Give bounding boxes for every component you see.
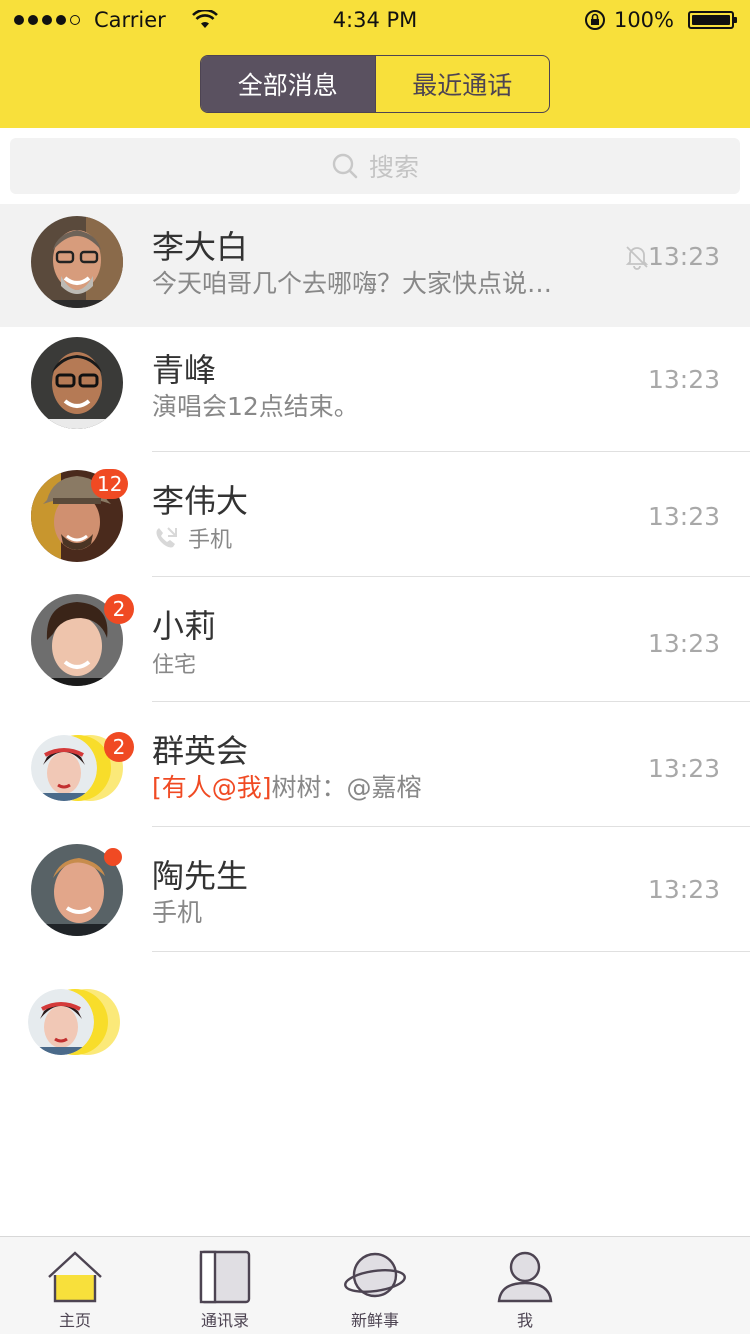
message-preview-wrap: 手机 xyxy=(152,522,232,554)
planet-icon xyxy=(344,1252,406,1298)
conversation-row[interactable]: 陶先生 手机 13:23 xyxy=(0,827,750,952)
tab-all-messages[interactable]: 全部消息 xyxy=(201,56,375,112)
message-time: 13:23 xyxy=(647,502,720,531)
contact-name: 群英会 xyxy=(152,732,249,770)
bottom-tab-bar: 主页 通讯录 新鲜事 我 xyxy=(0,1236,750,1334)
message-time: 13:23 xyxy=(647,365,720,394)
tab-label: 新鲜事 xyxy=(350,1311,399,1330)
tab-recent-calls[interactable]: 最近通话 xyxy=(374,56,550,112)
avatar xyxy=(31,735,97,801)
tab-me[interactable]: 我 xyxy=(450,1237,600,1334)
phone-screen: Carrier 4:34 PM 100% 全部消息 最近通话 搜索 李大白 今天… xyxy=(0,0,750,1334)
message-preview: 手机 xyxy=(152,898,203,927)
avatar xyxy=(28,989,94,1055)
unread-dot xyxy=(104,848,122,866)
contact-name: 小莉 xyxy=(152,607,217,645)
battery-icon xyxy=(688,11,737,29)
search-input[interactable]: 搜索 xyxy=(10,138,740,194)
conversation-list: 李大白 今天咱哥几个去哪嗨？大家快点说… 13:23 青峰 演唱会12点结束。 xyxy=(0,204,750,1072)
missed-call-icon xyxy=(156,527,177,548)
message-preview: 演唱会12点结束。 xyxy=(152,392,359,421)
message-time: 13:23 xyxy=(647,629,720,658)
contact-name: 李大白 xyxy=(152,228,249,266)
search-placeholder: 搜索 xyxy=(368,153,419,182)
status-bar: Carrier 4:34 PM 100% xyxy=(0,0,750,40)
message-preview-wrap: [有人@我]树树：@嘉榕 xyxy=(152,768,422,804)
unread-count-badge: 2 xyxy=(104,594,134,624)
conversation-row[interactable]: 12 李伟大 手机 13:23 xyxy=(0,452,750,577)
message-time: 13:23 xyxy=(647,754,720,783)
mention-tag: [有人@我] xyxy=(152,773,272,802)
conversation-row[interactable]: 青峰 演唱会12点结束。 13:23 xyxy=(0,327,750,452)
tab-label: 我 xyxy=(516,1311,533,1330)
message-preview: 住宅 xyxy=(152,653,197,678)
message-type-segmented-control: 全部消息 最近通话 xyxy=(200,55,550,113)
search-icon xyxy=(332,153,358,179)
contact-name: 李伟大 xyxy=(152,482,249,520)
call-type-label: 手机 xyxy=(188,528,233,553)
contact-name: 青峰 xyxy=(152,351,217,389)
message-preview: 今天咱哥几个去哪嗨？大家快点说… xyxy=(152,269,553,298)
avatar xyxy=(31,337,123,429)
tab-discover[interactable]: 新鲜事 xyxy=(300,1237,450,1334)
home-icon xyxy=(48,1251,102,1303)
tab-contacts[interactable]: 通讯录 xyxy=(150,1237,300,1334)
conversation-row[interactable]: 2 群英会 [有人@我]树树：@嘉榕 13:23 xyxy=(0,702,750,827)
rotation-lock-icon xyxy=(584,10,605,30)
tab-label: 通讯录 xyxy=(200,1311,249,1330)
status-right: 100% xyxy=(584,8,737,32)
avatar xyxy=(31,216,123,308)
conversation-row[interactable]: 2 小莉 住宅 13:23 xyxy=(0,577,750,702)
search-area: 搜索 xyxy=(0,128,750,204)
tab-home[interactable]: 主页 xyxy=(0,1237,150,1334)
message-time: 13:23 xyxy=(647,875,720,904)
contacts-icon xyxy=(199,1250,251,1304)
tab-label: 主页 xyxy=(58,1311,91,1330)
unread-count-badge: 12 xyxy=(91,469,129,499)
contact-name: 陶先生 xyxy=(152,857,249,895)
header-bar: Carrier 4:34 PM 100% 全部消息 最近通话 xyxy=(0,0,750,128)
unread-count-badge: 2 xyxy=(104,732,134,762)
conversation-row[interactable]: 李大白 今天咱哥几个去哪嗨？大家快点说… 13:23 xyxy=(0,204,750,327)
battery-percent: 100% xyxy=(613,8,674,32)
person-icon xyxy=(497,1251,553,1303)
group-avatar-stack xyxy=(28,989,123,1055)
message-preview: 树树：@嘉榕 xyxy=(271,773,422,802)
message-time: 13:23 xyxy=(647,242,720,271)
mute-bell-icon xyxy=(625,246,649,270)
conversation-row[interactable] xyxy=(0,952,750,1072)
